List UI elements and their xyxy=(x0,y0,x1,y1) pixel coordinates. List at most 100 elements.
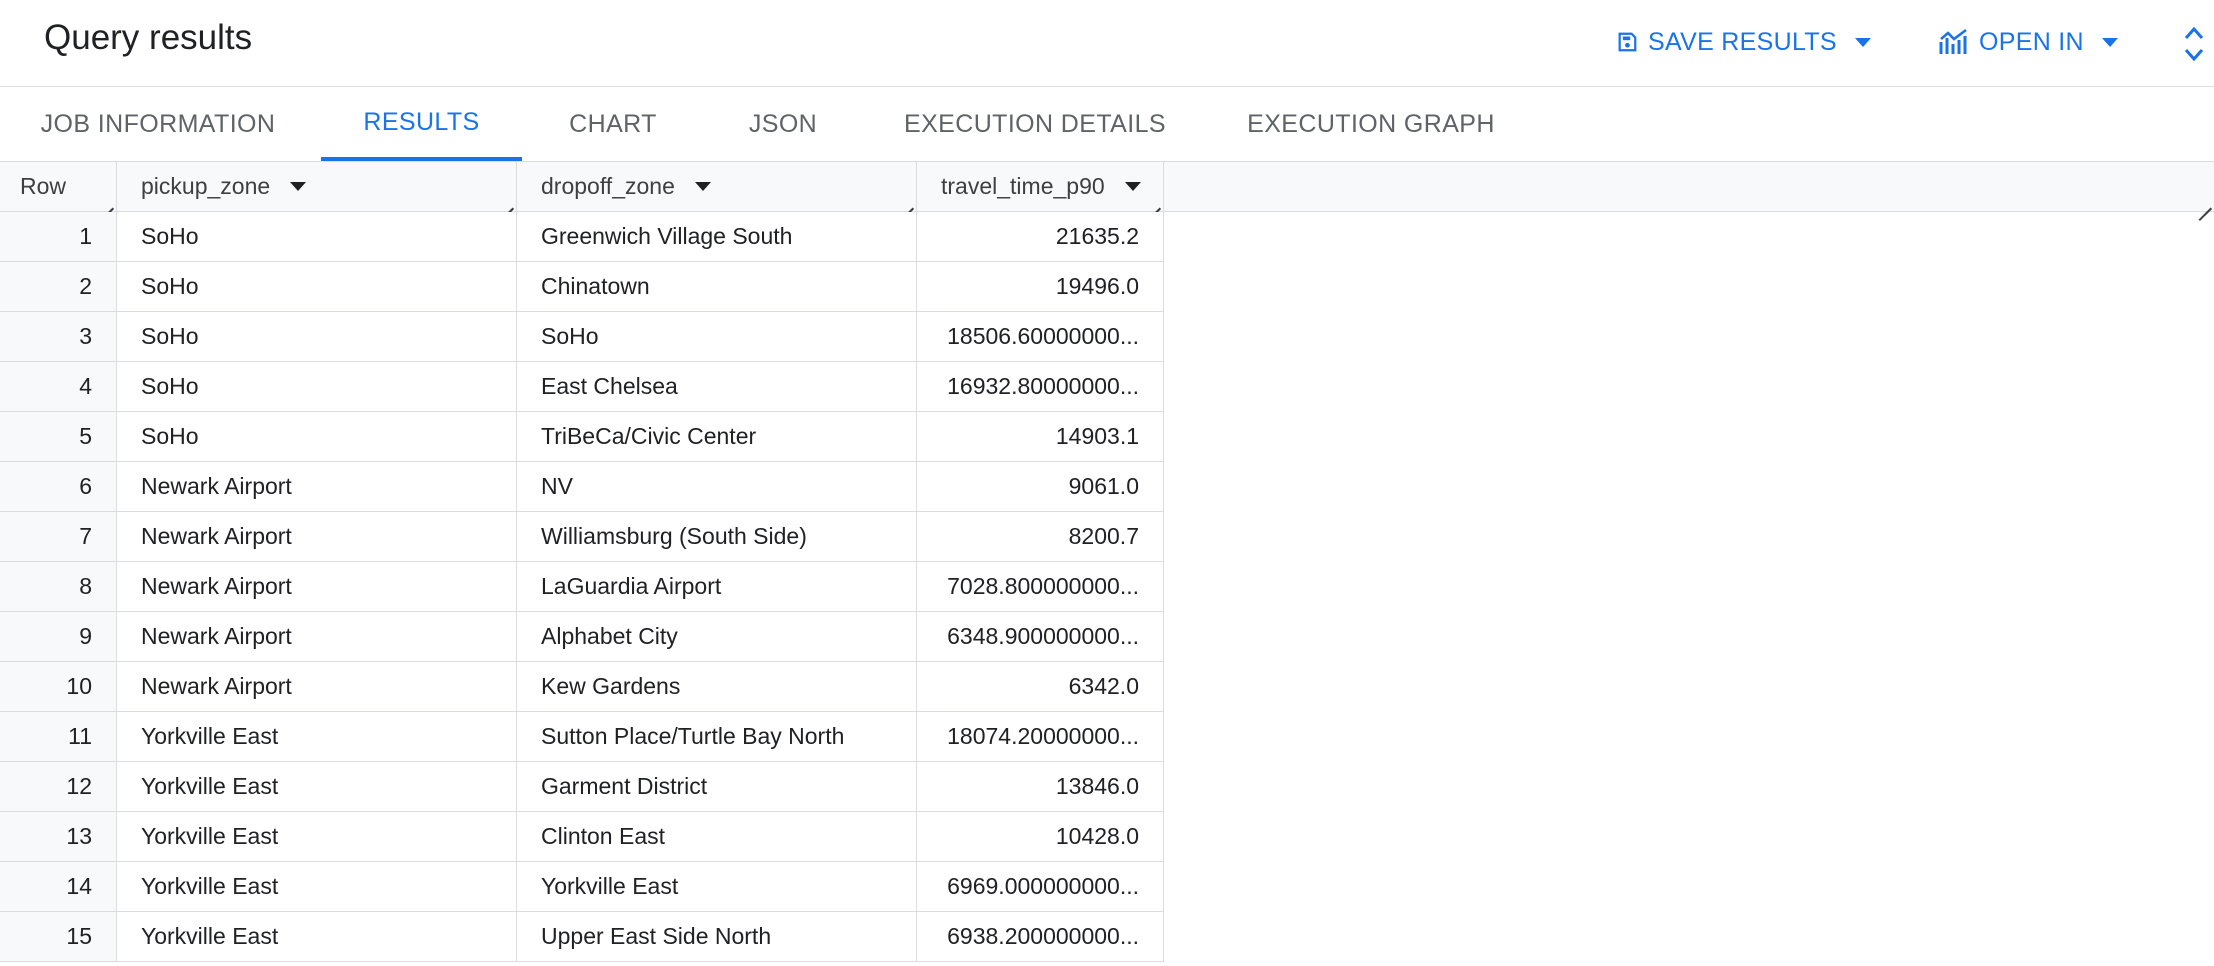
travel-time-cell-text: 9061.0 xyxy=(1068,473,1139,499)
dropoff-zone-cell[interactable]: Williamsburg (South Side) xyxy=(517,512,917,561)
row-number-cell[interactable]: 12 xyxy=(0,762,117,811)
table-row[interactable]: 6 Newark Airport NV 9061.0 xyxy=(0,462,1164,512)
dropoff-zone-cell[interactable]: SoHo xyxy=(517,312,917,361)
row-number-cell[interactable]: 1 xyxy=(0,212,117,261)
pickup-zone-cell[interactable]: Newark Airport xyxy=(117,512,517,561)
table-row[interactable]: 3 SoHo SoHo 18506.60000000... xyxy=(0,312,1164,362)
pickup-zone-cell[interactable]: Newark Airport xyxy=(117,662,517,711)
travel-time-cell[interactable]: 9061.0 xyxy=(917,462,1164,511)
pickup-zone-cell[interactable]: Yorkville East xyxy=(117,912,517,961)
row-number-cell[interactable]: 14 xyxy=(0,862,117,911)
column-header-dropoff-zone[interactable]: dropoff_zone xyxy=(517,162,917,211)
tab-chart[interactable]: CHART xyxy=(543,87,683,161)
query-results-header: Query results SAVE RESULTS OPEN IN xyxy=(0,0,2214,87)
save-results-button[interactable]: SAVE RESULTS xyxy=(1616,20,1871,64)
travel-time-cell[interactable]: 6969.000000000... xyxy=(917,862,1164,911)
dropoff-zone-cell[interactable]: TriBeCa/Civic Center xyxy=(517,412,917,461)
table-row[interactable]: 13 Yorkville East Clinton East 10428.0 xyxy=(0,812,1164,862)
column-header-pickup-zone[interactable]: pickup_zone xyxy=(117,162,517,211)
travel-time-cell[interactable]: 10428.0 xyxy=(917,812,1164,861)
table-row[interactable]: 9 Newark Airport Alphabet City 6348.9000000… xyxy=(0,612,1164,662)
tab-job-information[interactable]: JOB INFORMATION xyxy=(18,87,298,161)
dropoff-zone-cell[interactable]: Upper East Side North xyxy=(517,912,917,961)
sort-menu-icon[interactable] xyxy=(290,182,307,191)
column-resize-handle[interactable] xyxy=(500,195,514,209)
dropoff-zone-cell[interactable]: NV xyxy=(517,462,917,511)
dropoff-zone-cell[interactable]: Alphabet City xyxy=(517,612,917,661)
pickup-zone-cell[interactable]: Yorkville East xyxy=(117,712,517,761)
table-row[interactable]: 1 SoHo Greenwich Village South 21635.2 xyxy=(0,212,1164,262)
dropoff-zone-cell[interactable]: Yorkville East xyxy=(517,862,917,911)
tab-results[interactable]: RESULTS xyxy=(321,87,522,161)
pickup-zone-cell[interactable]: Yorkville East xyxy=(117,812,517,861)
row-number-cell[interactable]: 5 xyxy=(0,412,117,461)
pickup-zone-cell[interactable]: SoHo xyxy=(117,312,517,361)
row-number-cell[interactable]: 10 xyxy=(0,662,117,711)
travel-time-cell[interactable]: 13846.0 xyxy=(917,762,1164,811)
pickup-zone-cell[interactable]: SoHo xyxy=(117,212,517,261)
travel-time-cell[interactable]: 7028.800000000... xyxy=(917,562,1164,611)
pickup-zone-cell[interactable]: SoHo xyxy=(117,362,517,411)
sort-menu-icon[interactable] xyxy=(1124,182,1141,191)
pickup-zone-cell[interactable]: Newark Airport xyxy=(117,612,517,661)
travel-time-cell[interactable]: 6342.0 xyxy=(917,662,1164,711)
travel-time-cell[interactable]: 19496.0 xyxy=(917,262,1164,311)
table-row[interactable]: 14 Yorkville East Yorkville East 6969.00000… xyxy=(0,862,1164,912)
dropoff-zone-cell[interactable]: Sutton Place/Turtle Bay North xyxy=(517,712,917,761)
pickup-zone-cell[interactable]: Yorkville East xyxy=(117,762,517,811)
row-number-cell[interactable]: 6 xyxy=(0,462,117,511)
pickup-zone-cell[interactable]: SoHo xyxy=(117,262,517,311)
travel-time-cell[interactable]: 14903.1 xyxy=(917,412,1164,461)
row-number-cell[interactable]: 7 xyxy=(0,512,117,561)
table-row[interactable]: 2 SoHo Chinatown 19496.0 xyxy=(0,262,1164,312)
dropoff-zone-cell[interactable]: Chinatown xyxy=(517,262,917,311)
travel-time-cell[interactable]: 16932.80000000... xyxy=(917,362,1164,411)
column-resize-handle[interactable] xyxy=(900,195,914,209)
row-number-cell[interactable]: 8 xyxy=(0,562,117,611)
table-row[interactable]: 8 Newark Airport LaGuardia Airport 7028.800… xyxy=(0,562,1164,612)
table-row[interactable]: 10 Newark Airport Kew Gardens 6342.0 xyxy=(0,662,1164,712)
pickup-zone-cell[interactable]: Newark Airport xyxy=(117,562,517,611)
row-number-cell[interactable]: 4 xyxy=(0,362,117,411)
row-number-cell[interactable]: 11 xyxy=(0,712,117,761)
column-resize-handle[interactable] xyxy=(100,195,114,209)
expand-collapse-button[interactable] xyxy=(2183,22,2205,66)
open-in-button[interactable]: OPEN IN xyxy=(1939,20,2118,64)
table-row[interactable]: 12 Yorkville East Garment District 13846.0 xyxy=(0,762,1164,812)
travel-time-cell[interactable]: 6938.200000000... xyxy=(917,912,1164,961)
tab-execution-graph[interactable]: EXECUTION GRAPH xyxy=(1236,87,1506,161)
dropoff-zone-cell[interactable]: Kew Gardens xyxy=(517,662,917,711)
table-row[interactable]: 4 SoHo East Chelsea 16932.80000000... xyxy=(0,362,1164,412)
travel-time-cell[interactable]: 6348.900000000... xyxy=(917,612,1164,661)
column-resize-handle[interactable] xyxy=(1147,195,1161,209)
pickup-zone-cell[interactable]: Yorkville East xyxy=(117,862,517,911)
travel-time-cell[interactable]: 18506.60000000... xyxy=(917,312,1164,361)
row-number-cell[interactable]: 9 xyxy=(0,612,117,661)
travel-time-cell-text: 19496.0 xyxy=(1055,273,1139,299)
table-row[interactable]: 15 Yorkville East Upper East Side North 693… xyxy=(0,912,1164,962)
dropoff-zone-cell[interactable]: East Chelsea xyxy=(517,362,917,411)
pickup-zone-cell[interactable]: SoHo xyxy=(117,412,517,461)
row-number-cell[interactable]: 3 xyxy=(0,312,117,361)
tab-execution-details[interactable]: EXECUTION DETAILS xyxy=(885,87,1185,161)
pickup-zone-cell[interactable]: Newark Airport xyxy=(117,462,517,511)
row-number-cell[interactable]: 13 xyxy=(0,812,117,861)
column-header-travel-time-p90[interactable]: travel_time_p90 xyxy=(917,162,1164,211)
dropoff-zone-cell[interactable]: Greenwich Village South xyxy=(517,212,917,261)
chevron-down-icon xyxy=(1854,37,1871,47)
sort-menu-icon[interactable] xyxy=(694,182,711,191)
column-header-label: dropoff_zone xyxy=(541,173,675,199)
dropoff-zone-cell[interactable]: Garment District xyxy=(517,762,917,811)
table-row[interactable]: 7 Newark Airport Williamsburg (South Side)… xyxy=(0,512,1164,562)
tab-json[interactable]: JSON xyxy=(713,87,853,161)
table-row[interactable]: 11 Yorkville East Sutton Place/Turtle Bay … xyxy=(0,712,1164,762)
dropoff-zone-cell[interactable]: Clinton East xyxy=(517,812,917,861)
row-number-cell[interactable]: 2 xyxy=(0,262,117,311)
travel-time-cell[interactable]: 8200.7 xyxy=(917,512,1164,561)
column-resize-handle[interactable] xyxy=(2198,195,2212,209)
travel-time-cell[interactable]: 18074.20000000... xyxy=(917,712,1164,761)
table-row[interactable]: 5 SoHo TriBeCa/Civic Center 14903.1 xyxy=(0,412,1164,462)
row-number-cell[interactable]: 15 xyxy=(0,912,117,961)
dropoff-zone-cell[interactable]: LaGuardia Airport xyxy=(517,562,917,611)
travel-time-cell[interactable]: 21635.2 xyxy=(917,212,1164,261)
